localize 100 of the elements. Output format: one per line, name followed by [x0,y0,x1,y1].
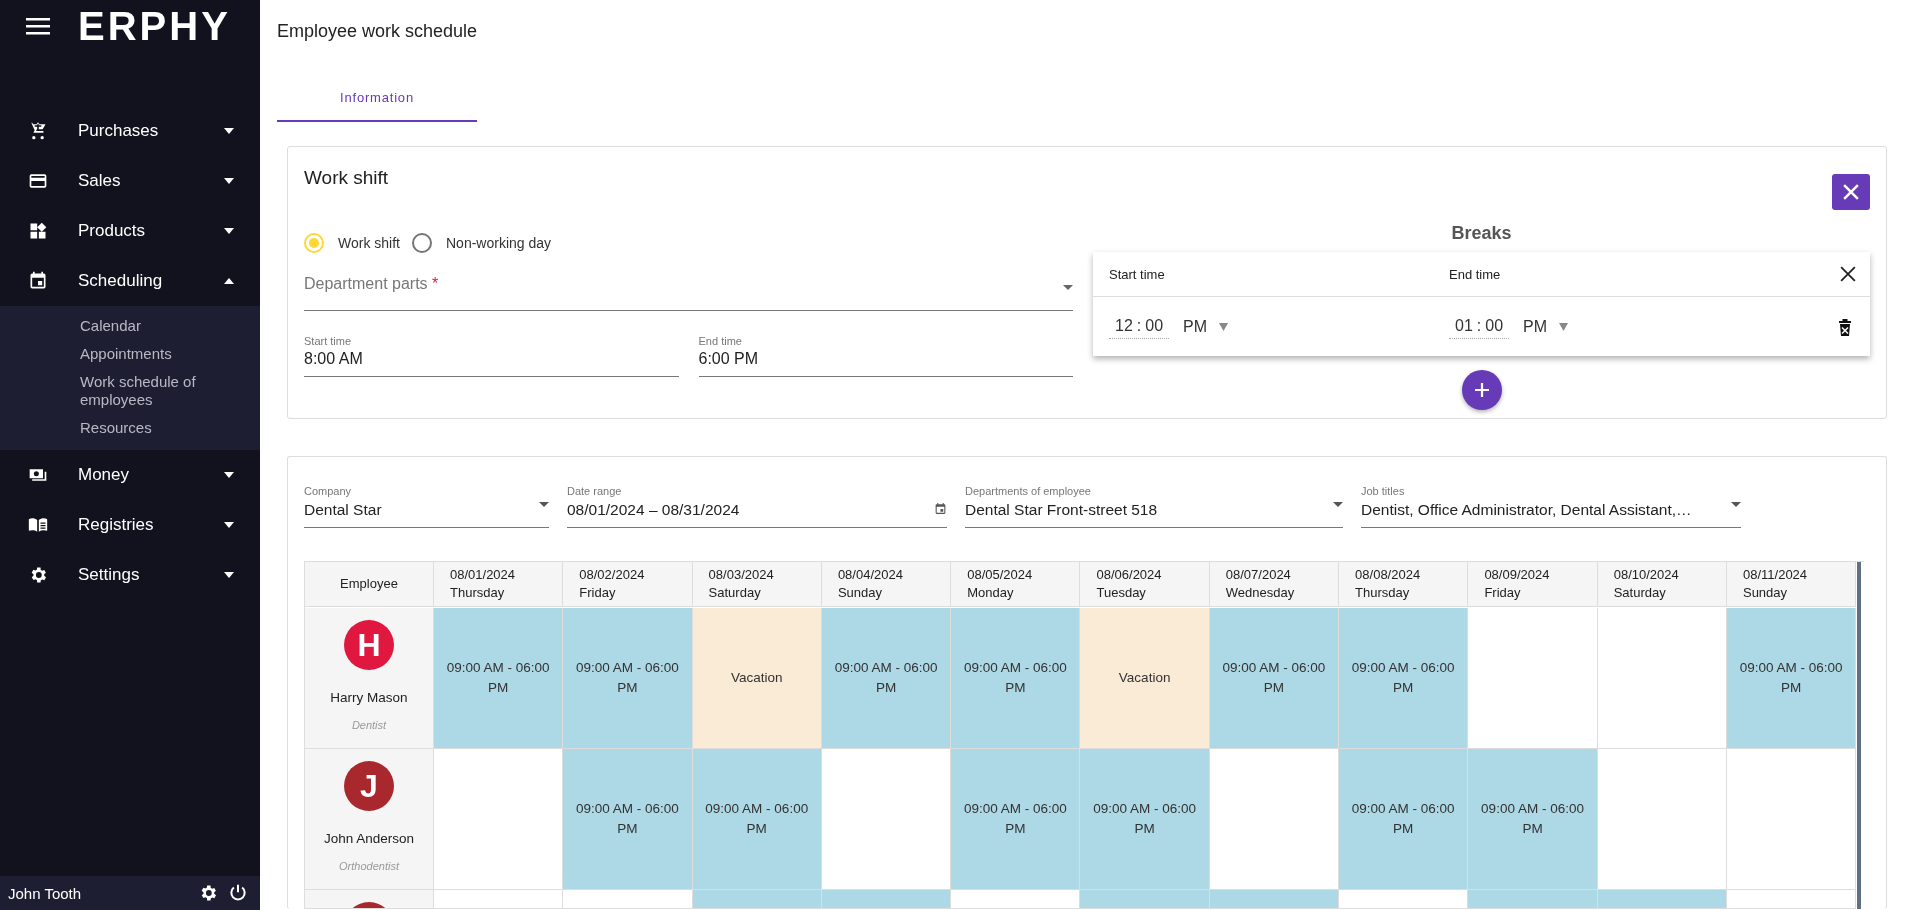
field-value: 6:00 PM [698,350,760,368]
job-title: Orthodentist [339,860,399,872]
radio-option[interactable]: Work shift [304,233,404,253]
time-input[interactable]: 01 : 00 [1449,314,1510,339]
column-header: 08/11/2024 Sunday [1726,562,1857,607]
column-header: 08/01/2024 Thursday [434,562,564,607]
power-icon[interactable] [228,883,248,903]
avatar: H [344,620,394,670]
logo: ERPHY [78,6,231,46]
column-header: 08/05/2024 Monday [951,562,1081,607]
close-icon[interactable] [1840,266,1856,282]
shift-cell[interactable]: 09:00 AM - 06:00 PM [1209,608,1340,749]
nav-item[interactable]: Products [0,206,260,256]
submenu-item[interactable]: Work schedule of employees [80,368,260,414]
add-button[interactable] [1461,370,1502,410]
schedule-cell[interactable] [821,749,952,890]
column-header: 08/07/2024 Wednesday [1209,562,1340,607]
caret-down-icon [1219,322,1229,331]
time-field[interactable]: End time 6:00 PM [698,335,1073,377]
select-field[interactable]: Departments of employee Dental Star Front-street 518 [965,485,1343,528]
shift-cell[interactable]: 09:00 AM - 06:00 PM [434,608,564,749]
column-header: Start time [1109,266,1166,282]
select-field[interactable]: Job titles Dentist, Office Administrator, Dental Assistant,… [1361,485,1741,528]
nav-item[interactable]: Sales [0,156,260,206]
shift-cell[interactable]: 09:00 AM - 06:00 PM [692,749,822,890]
shift-cell[interactable] [821,890,952,909]
column-header: Employee [305,562,434,607]
breaks-title: Breaks [1451,223,1512,244]
radio-option[interactable]: Non-working day [412,233,556,253]
schedule-cell[interactable] [434,749,564,890]
select-field[interactable]: Company Dental Star [304,485,549,528]
shift-cell[interactable]: 09:00 AM - 06:00 PM [1339,608,1469,749]
shift-cell[interactable]: 09:00 AM - 06:00 PM [1339,749,1469,890]
column-header: 08/04/2024 Sunday [821,562,952,607]
shift-cell[interactable] [1597,890,1727,909]
schedule-cell[interactable] [951,890,1081,909]
schedule-cell[interactable] [1209,749,1340,890]
shift-cell[interactable]: 09:00 AM - 06:00 PM [563,608,693,749]
avatar: J [344,761,394,811]
column-header: 08/10/2024 Saturday [1597,562,1727,607]
shift-cell[interactable] [692,890,822,909]
column-header: 08/06/2024 Tuesday [1080,562,1210,607]
period-select[interactable]: PM [1183,317,1208,336]
time-field[interactable]: Start time 8:00 AM [304,335,679,377]
field-label: Start time [304,335,353,347]
card-icon [28,171,48,191]
delete-icon[interactable] [1838,317,1852,336]
submenu-item[interactable]: Calendar [80,312,260,340]
field-label: Departments of employee [965,485,1092,497]
column-header: 08/09/2024 Friday [1468,562,1598,607]
widgets-icon [28,221,48,241]
calendar-icon [934,502,947,516]
date-range-field[interactable]: Date range 08/01/2024 – 08/31/2024 [567,485,947,528]
submenu-item[interactable]: Appointments [80,340,260,368]
column-header: 08/03/2024 Saturday [692,562,822,607]
field-label: Job titles [1361,485,1406,497]
schedule-cell[interactable] [563,890,693,909]
shift-cell[interactable] [1468,890,1598,909]
shift-cell[interactable]: 09:00 AM - 06:00 PM [951,608,1081,749]
calendar-icon [28,271,48,291]
schedule-cell[interactable] [1597,749,1727,890]
schedule-cell[interactable] [1339,890,1469,909]
schedule-cell[interactable] [434,890,564,909]
close-icon [1843,184,1859,200]
nav-item[interactable]: Money [0,450,260,500]
close-button[interactable] [1832,174,1870,210]
shift-cell[interactable]: 09:00 AM - 06:00 PM [563,749,693,890]
shift-cell[interactable]: 09:00 AM - 06:00 PM [1468,749,1598,890]
column-header: End time [1449,266,1502,282]
shift-cell[interactable]: 09:00 AM - 06:00 PM [951,749,1081,890]
caret-down-icon [1731,502,1741,507]
period-select[interactable]: PM [1523,317,1548,336]
tab[interactable]: Information [277,74,477,122]
shift-cell[interactable]: 09:00 AM - 06:00 PM [1080,749,1210,890]
nav-item[interactable]: Purchases [0,106,260,156]
schedule-cell[interactable] [1726,749,1857,890]
menu-icon[interactable] [26,17,50,35]
nav-item[interactable]: Registries [0,500,260,550]
scrollbar[interactable] [1857,562,1862,909]
schedule-cell[interactable] [1468,608,1598,749]
caret-down-icon [1063,285,1073,290]
field-value: 08/01/2024 – 08/31/2024 [567,501,741,519]
column-header: 08/08/2024 Thursday [1339,562,1469,607]
schedule-cell[interactable] [1726,890,1857,909]
page-title: Employee work schedule [277,21,479,41]
vacation-cell[interactable]: Vacation [1080,608,1210,749]
department-select[interactable]: Department parts * [304,261,1073,311]
shift-cell[interactable] [1209,890,1340,909]
submenu-item[interactable]: Resources [80,414,260,442]
caret-down-icon [1559,322,1569,331]
vacation-cell[interactable]: Vacation [692,608,822,749]
time-input[interactable]: 12 : 00 [1109,314,1170,339]
nav-item[interactable]: Scheduling [0,256,260,306]
shift-cell[interactable] [1080,890,1210,909]
nav-item[interactable]: Settings [0,550,260,600]
schedule-cell[interactable] [1597,608,1727,749]
field-label: Company [304,485,353,497]
shift-cell[interactable]: 09:00 AM - 06:00 PM [821,608,952,749]
shift-cell[interactable]: 09:00 AM - 06:00 PM [1726,608,1857,749]
job-title: Dentist [351,719,387,731]
